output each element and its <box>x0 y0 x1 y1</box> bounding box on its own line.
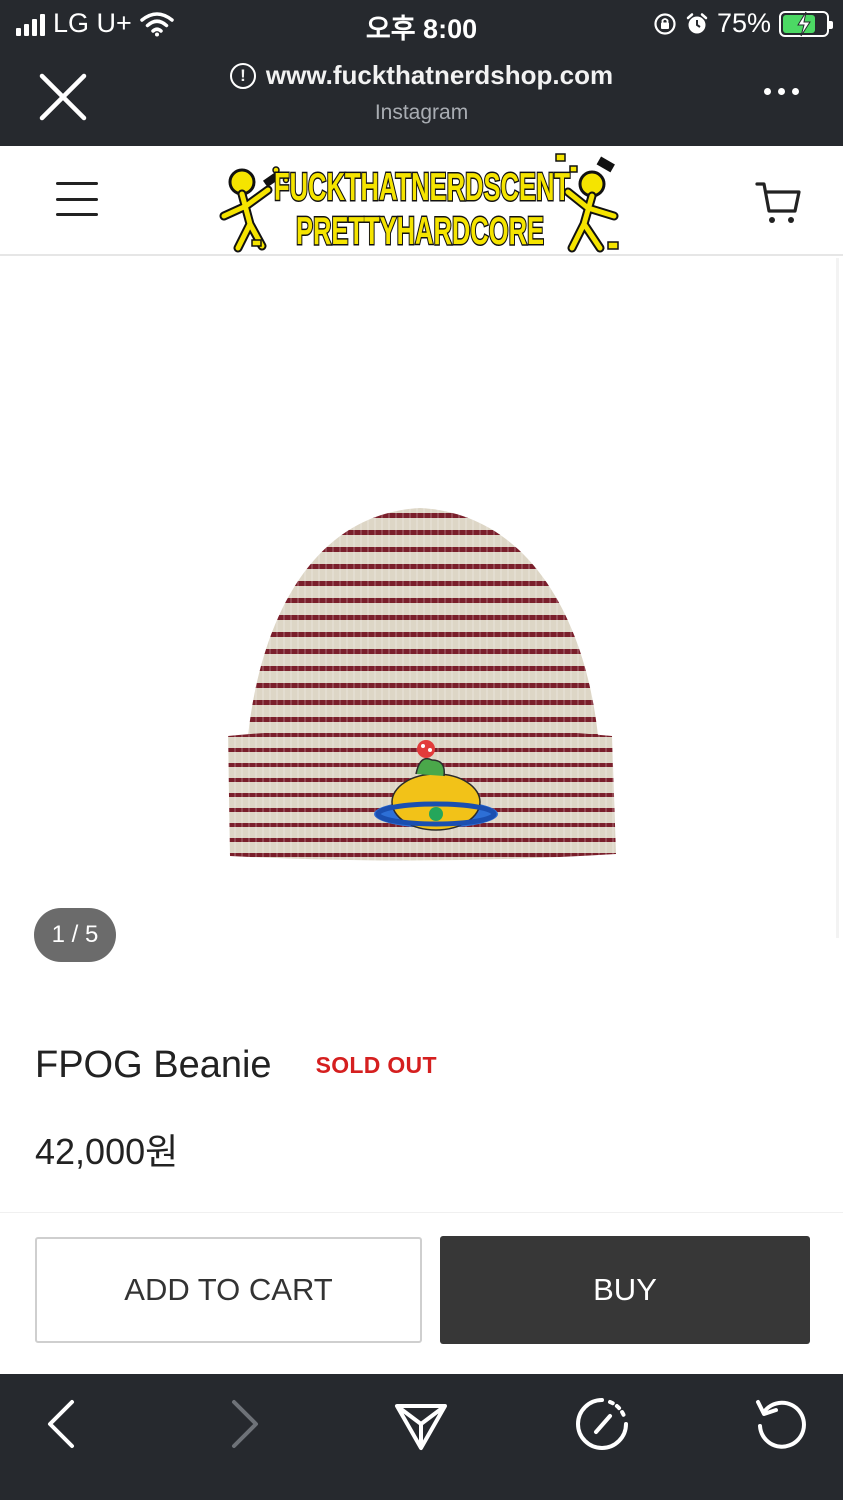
product-image-beanie[interactable] <box>220 504 624 870</box>
product-info: FPOG Beanie SOLD OUT 42,000원 <box>35 1044 815 1175</box>
gallery-counter: 1 / 5 <box>34 908 116 962</box>
url-source: Instagram <box>374 101 469 124</box>
product-price: 42,000원 <box>35 1131 179 1172</box>
buy-button[interactable]: BUY <box>440 1236 810 1344</box>
add-to-cart-button[interactable]: ADD TO CART <box>35 1237 422 1343</box>
purchase-action-bar: ADD TO CART BUY <box>0 1212 843 1374</box>
sold-out-badge: SOLD OUT <box>315 1052 437 1078</box>
share-icon[interactable] <box>391 1394 451 1454</box>
scrollbar[interactable] <box>836 258 839 938</box>
url-block[interactable]: ! www.fuckthatnerdshop.com Instagram <box>0 60 843 125</box>
cart-icon[interactable] <box>755 180 801 226</box>
hamburger-icon[interactable] <box>56 182 98 216</box>
browser-toolbar <box>0 1374 843 1500</box>
site-header: FUCKTHATNERDSCENT PRETTYHARDCORE <box>0 146 843 256</box>
info-icon[interactable]: ! <box>229 62 256 89</box>
compass-icon[interactable] <box>572 1394 632 1454</box>
in-app-browser-header: ! www.fuckthatnerdshop.com Instagram <box>0 48 843 146</box>
rotation-lock-icon <box>654 12 676 35</box>
refresh-icon[interactable] <box>750 1394 810 1454</box>
product-title-row: FPOG Beanie SOLD OUT <box>35 1044 815 1087</box>
site-logo[interactable]: FUCKTHATNERDSCENT PRETTYHARDCORE <box>216 150 628 254</box>
battery-percent: 75% <box>716 8 771 38</box>
status-right: 75% <box>653 8 833 39</box>
url-text: www.fuckthatnerdshop.com <box>265 60 614 90</box>
logo-line-2: PRETTYHARDCORE <box>296 210 544 253</box>
logo-line-1: FUCKTHATNERDSCENT <box>274 166 570 209</box>
product-gallery[interactable]: 1 / 5 <box>0 258 843 988</box>
battery-charging-icon <box>779 10 833 37</box>
forward-icon[interactable] <box>214 1394 274 1454</box>
alarm-icon <box>686 12 708 33</box>
status-bar: LG U+ 오후 8:00 75% <box>0 0 843 48</box>
product-name: FPOG Beanie <box>35 1044 272 1086</box>
more-icon[interactable] <box>764 88 799 95</box>
back-icon[interactable] <box>32 1394 92 1454</box>
